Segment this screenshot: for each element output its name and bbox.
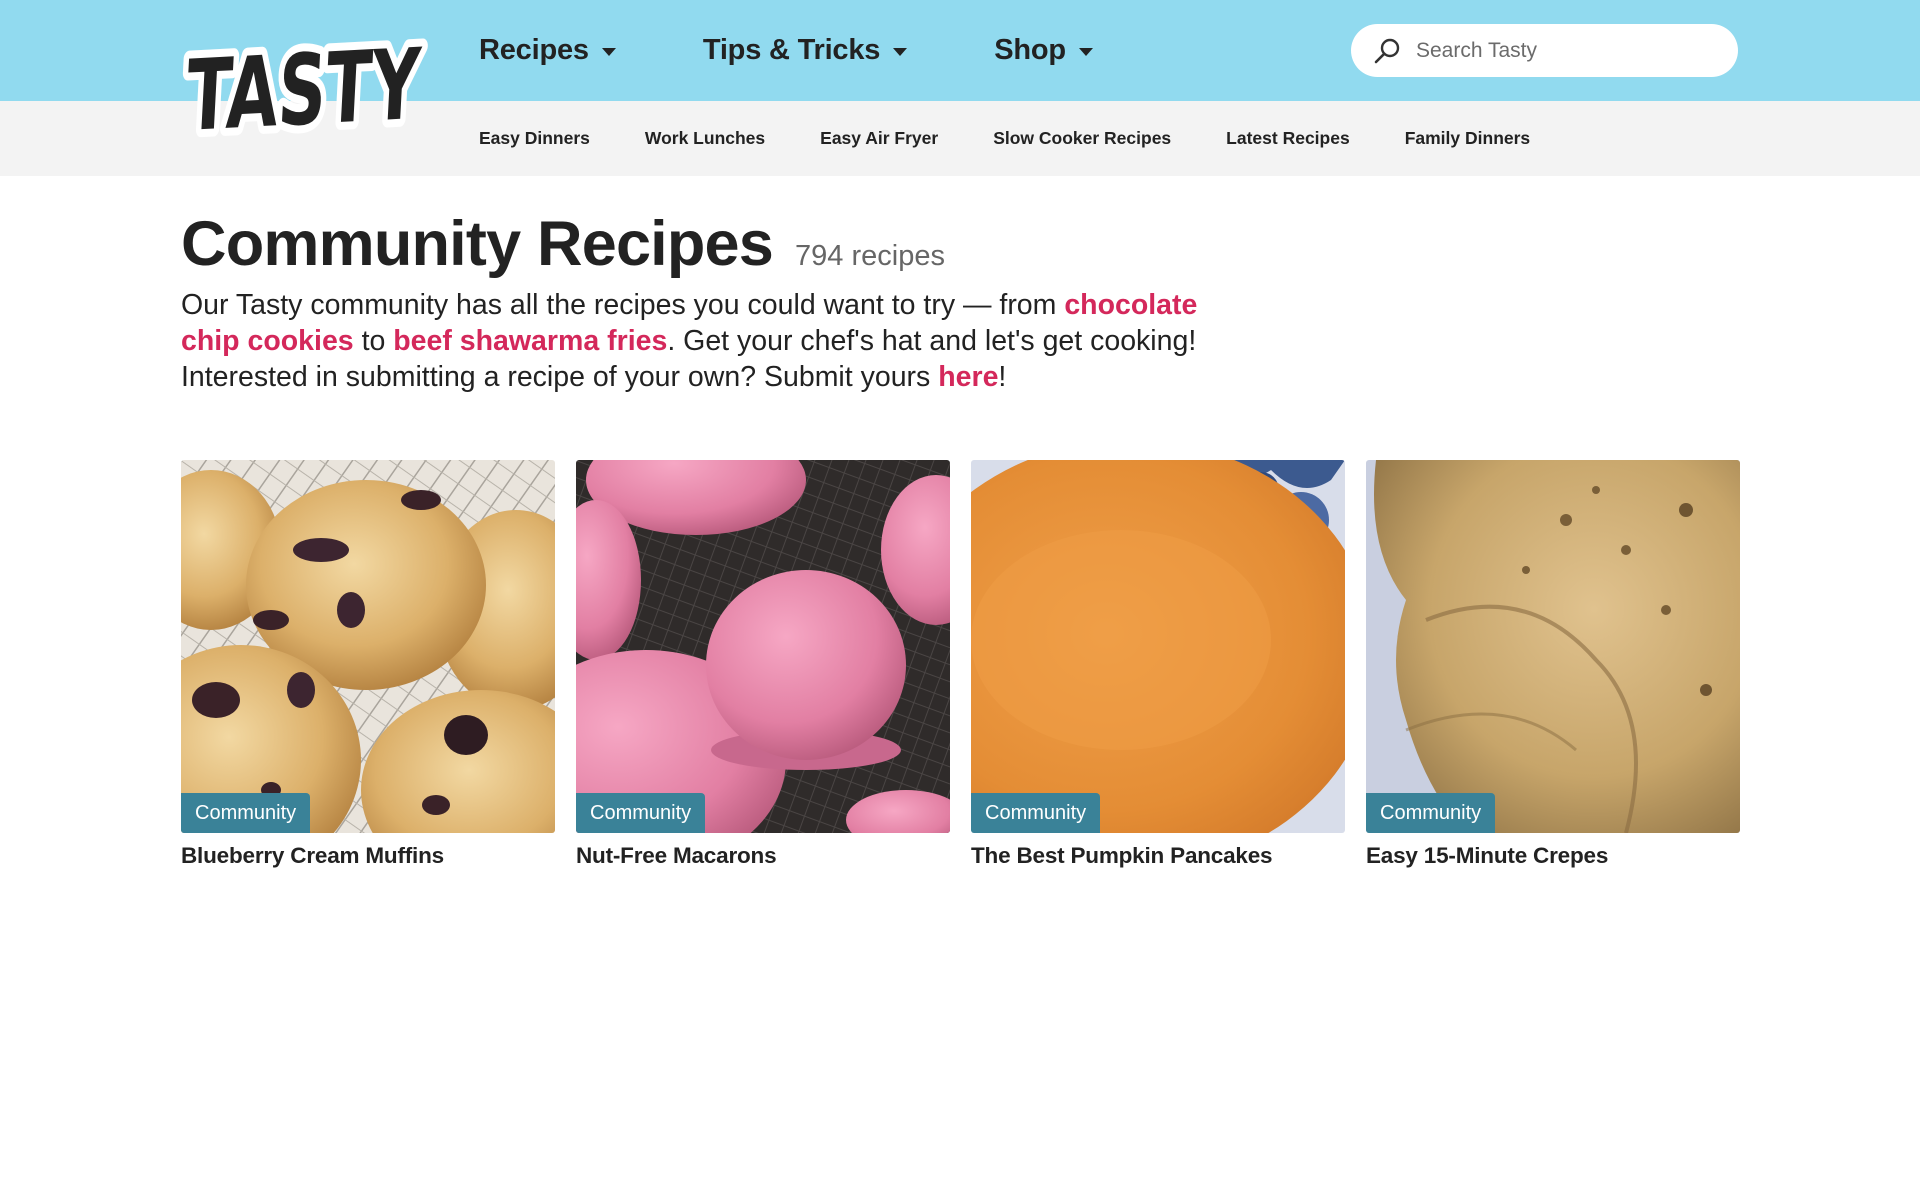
community-badge: Community [181, 793, 311, 833]
intro-text-1: Our Tasty community has all the recipes … [181, 289, 1065, 321]
recipe-card[interactable]: Community The Best Pumpkin Pancakes [971, 460, 1345, 869]
recipe-title[interactable]: Easy 15-Minute Crepes [1366, 843, 1740, 869]
link-beef-shawarma-fries[interactable]: beef shawarma fries [393, 325, 667, 357]
intro-text-2: to [353, 325, 394, 357]
community-badge: Community [576, 793, 706, 833]
nav-tips-tricks[interactable]: Tips & Tricks [702, 34, 908, 67]
nav-recipes[interactable]: Recipes [479, 34, 616, 67]
recipe-card[interactable]: Community Nut-Free Macarons [576, 460, 950, 869]
recipe-card[interactable]: Community Blueberry Cream Muffins [181, 460, 555, 869]
subnav-family-dinners[interactable]: Family Dinners [1405, 128, 1530, 149]
subnav-latest-recipes[interactable]: Latest Recipes [1226, 128, 1350, 149]
pancake-photo [971, 460, 1345, 833]
subnav-easy-dinners[interactable]: Easy Dinners [479, 128, 590, 149]
recipe-thumbnail[interactable]: Community [576, 460, 950, 833]
caret-down-icon [893, 47, 908, 56]
page-title: Community Recipes [181, 209, 774, 279]
tasty-logo[interactable]: TASTY TASTY [181, 18, 441, 153]
nav-shop[interactable]: Shop [994, 34, 1093, 67]
search-icon [1372, 36, 1402, 66]
nav-tips-label: Tips & Tricks [702, 34, 881, 66]
heading-row: Community Recipes 794 recipes [181, 208, 945, 280]
sub-nav: Easy Dinners Work Lunches Easy Air Fryer… [479, 101, 1585, 176]
recipe-card[interactable]: Community Easy 15-Minute Crepes [1366, 460, 1740, 869]
recipe-title[interactable]: The Best Pumpkin Pancakes [971, 843, 1345, 869]
nav-shop-label: Shop [994, 34, 1066, 66]
svg-text:TASTY: TASTY [184, 28, 424, 153]
recipe-count: 794 recipes [795, 240, 945, 272]
recipe-title[interactable]: Blueberry Cream Muffins [181, 843, 555, 869]
intro-text: Our Tasty community has all the recipes … [181, 287, 1221, 395]
recipe-thumbnail[interactable]: Community [1366, 460, 1740, 833]
community-badge: Community [1366, 793, 1496, 833]
search-box[interactable] [1351, 24, 1738, 77]
subnav-work-lunches[interactable]: Work Lunches [645, 128, 765, 149]
link-submit-here[interactable]: here [938, 361, 998, 393]
community-badge: Community [971, 793, 1101, 833]
main-nav: Recipes Tips & Tricks Shop [479, 0, 1093, 101]
crepe-photo [1366, 460, 1740, 833]
subnav-slow-cooker[interactable]: Slow Cooker Recipes [993, 128, 1171, 149]
intro-text-4: ! [998, 361, 1007, 393]
recipe-thumbnail[interactable]: Community [181, 460, 555, 833]
muffin-photo [181, 460, 555, 833]
subnav-easy-air-fryer[interactable]: Easy Air Fryer [820, 128, 938, 149]
recipe-thumbnail[interactable]: Community [971, 460, 1345, 833]
caret-down-icon [601, 47, 616, 56]
caret-down-icon [1078, 47, 1093, 56]
recipe-title[interactable]: Nut-Free Macarons [576, 843, 950, 869]
nav-recipes-label: Recipes [479, 34, 589, 66]
macaron-photo [576, 460, 950, 833]
search-input[interactable] [1416, 38, 1716, 63]
